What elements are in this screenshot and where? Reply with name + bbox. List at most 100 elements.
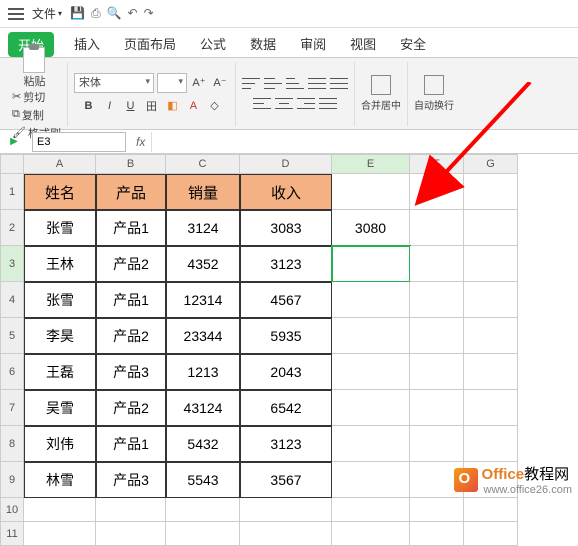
font-size-select[interactable]	[157, 73, 187, 93]
cell[interactable]	[464, 174, 518, 210]
row-header[interactable]: 1	[0, 174, 24, 210]
cell[interactable]: 产品2	[96, 246, 166, 282]
cell[interactable]: 3083	[240, 210, 332, 246]
tab-formulas[interactable]: 公式	[196, 30, 230, 57]
cell[interactable]: 23344	[166, 318, 240, 354]
cell[interactable]: 产品3	[96, 354, 166, 390]
tab-security[interactable]: 安全	[396, 30, 430, 57]
tab-review[interactable]: 审阅	[296, 30, 330, 57]
cell[interactable]: 12314	[166, 282, 240, 318]
cell[interactable]	[332, 390, 410, 426]
cell[interactable]: 收入	[240, 174, 332, 210]
cell[interactable]: 5432	[166, 426, 240, 462]
cell[interactable]: 吴雪	[24, 390, 96, 426]
cell[interactable]	[410, 390, 464, 426]
cell[interactable]: 1213	[166, 354, 240, 390]
cell[interactable]	[464, 282, 518, 318]
cell[interactable]: 产品2	[96, 390, 166, 426]
col-header[interactable]: D	[240, 154, 332, 174]
cell[interactable]	[464, 426, 518, 462]
cell[interactable]	[464, 246, 518, 282]
col-header[interactable]: B	[96, 154, 166, 174]
row-header[interactable]: 2	[0, 210, 24, 246]
cell[interactable]	[464, 210, 518, 246]
file-menu[interactable]: 文件▾	[32, 5, 62, 22]
cell[interactable]: 5543	[166, 462, 240, 498]
cell[interactable]	[464, 390, 518, 426]
italic-button[interactable]: I	[100, 97, 118, 115]
cut-button[interactable]: ✂ 剪切	[12, 89, 61, 105]
cell[interactable]	[464, 522, 518, 546]
formula-bar[interactable]	[151, 132, 578, 152]
cell[interactable]: 3123	[240, 246, 332, 282]
cell[interactable]: 张雪	[24, 210, 96, 246]
select-all-corner[interactable]	[0, 154, 24, 174]
tab-view[interactable]: 视图	[346, 30, 380, 57]
cell[interactable]	[410, 522, 464, 546]
border-button[interactable]: 田	[142, 97, 160, 115]
col-header[interactable]: C	[166, 154, 240, 174]
align-center-button[interactable]	[275, 96, 293, 112]
cell[interactable]: 43124	[166, 390, 240, 426]
cell[interactable]: 林雪	[24, 462, 96, 498]
clear-format-button[interactable]: ◇	[205, 97, 223, 115]
col-header[interactable]: E	[332, 154, 410, 174]
cell[interactable]: 3124	[166, 210, 240, 246]
cell[interactable]	[332, 426, 410, 462]
cell[interactable]	[332, 522, 410, 546]
cell[interactable]: 5935	[240, 318, 332, 354]
cell[interactable]	[96, 522, 166, 546]
align-top-button[interactable]	[242, 76, 260, 92]
menu-icon[interactable]	[8, 8, 24, 20]
cell[interactable]	[332, 282, 410, 318]
cell[interactable]: 产品1	[96, 282, 166, 318]
paste-button[interactable]: 粘贴	[23, 47, 45, 89]
cell[interactable]	[410, 282, 464, 318]
col-header[interactable]: G	[464, 154, 518, 174]
cell[interactable]	[410, 174, 464, 210]
merge-center-button[interactable]: 合并居中	[361, 75, 401, 112]
fill-color-button[interactable]: ◧	[163, 97, 181, 115]
cell[interactable]: 张雪	[24, 282, 96, 318]
cell[interactable]	[410, 318, 464, 354]
row-header[interactable]: 5	[0, 318, 24, 354]
cell[interactable]	[464, 318, 518, 354]
wrap-text-button[interactable]: 自动换行	[414, 75, 454, 112]
cell[interactable]: 3080	[332, 210, 410, 246]
cell[interactable]	[332, 462, 410, 498]
fx-icon[interactable]: fx	[136, 135, 145, 149]
cell[interactable]	[166, 522, 240, 546]
cell[interactable]	[240, 522, 332, 546]
cell[interactable]	[410, 246, 464, 282]
cell[interactable]: 刘伟	[24, 426, 96, 462]
underline-button[interactable]: U	[121, 97, 139, 115]
cell[interactable]	[332, 354, 410, 390]
col-header[interactable]: A	[24, 154, 96, 174]
cell[interactable]: 王林	[24, 246, 96, 282]
preview-icon[interactable]: 🔍	[107, 6, 122, 21]
bold-button[interactable]: B	[79, 97, 97, 115]
increase-font-icon[interactable]: A⁺	[190, 74, 208, 92]
cell[interactable]: 4567	[240, 282, 332, 318]
cell[interactable]: 3123	[240, 426, 332, 462]
cell[interactable]: 产品2	[96, 318, 166, 354]
cell[interactable]: 产品1	[96, 210, 166, 246]
cell[interactable]: 产品3	[96, 462, 166, 498]
save-icon[interactable]: 💾	[70, 6, 85, 21]
cell[interactable]	[332, 246, 410, 282]
justify-button[interactable]	[319, 96, 337, 112]
tab-page-layout[interactable]: 页面布局	[120, 30, 180, 57]
cell[interactable]: 3567	[240, 462, 332, 498]
cell[interactable]: 产品	[96, 174, 166, 210]
select-all-triangle[interactable]: ▶	[0, 130, 28, 154]
cell[interactable]: 姓名	[24, 174, 96, 210]
align-middle-button[interactable]	[264, 76, 282, 92]
indent-decrease-button[interactable]	[308, 76, 326, 92]
row-header[interactable]: 3	[0, 246, 24, 282]
cell[interactable]	[332, 174, 410, 210]
cell[interactable]: 销量	[166, 174, 240, 210]
cell[interactable]	[410, 426, 464, 462]
cell[interactable]	[410, 354, 464, 390]
row-header[interactable]: 4	[0, 282, 24, 318]
cell[interactable]	[332, 318, 410, 354]
